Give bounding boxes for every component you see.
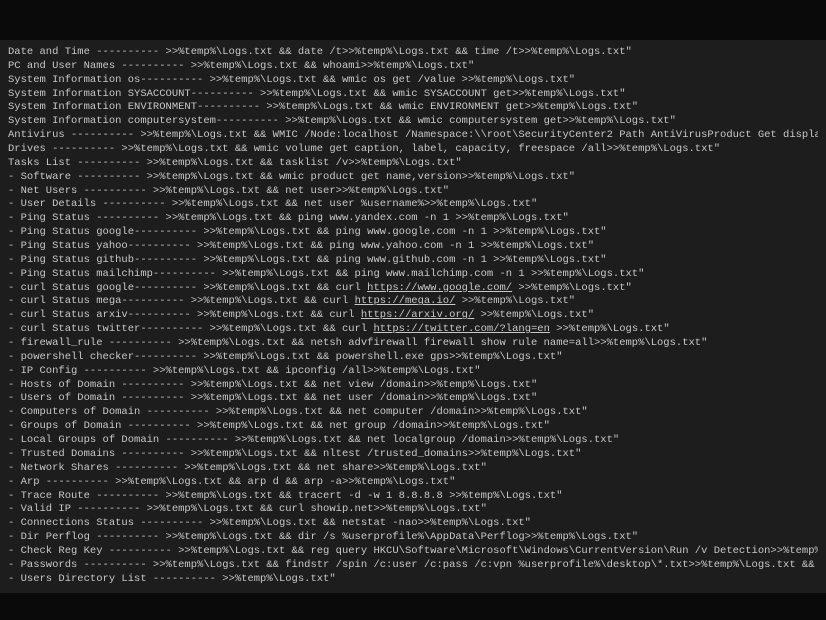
line-text: - powershell checker---------- >>%temp%\… bbox=[8, 351, 563, 363]
terminal-line: - curl Status twitter---------- >>%temp%… bbox=[8, 323, 818, 337]
terminal-line: - Hosts of Domain ---------- >>%temp%\Lo… bbox=[8, 379, 818, 393]
line-text: - curl Status arxiv---------- >>%temp%\L… bbox=[8, 309, 361, 321]
line-text: - Trusted Domains ---------- >>%temp%\Lo… bbox=[8, 448, 581, 460]
terminal-line: - Ping Status github---------- >>%temp%\… bbox=[8, 254, 818, 268]
line-text: - Passwords ---------- >>%temp%\Logs.txt… bbox=[8, 559, 818, 571]
line-text: - curl Status mega---------- >>%temp%\Lo… bbox=[8, 295, 355, 307]
line-text: - Ping Status google---------- >>%temp%\… bbox=[8, 226, 607, 238]
terminal-line: - Network Shares ---------- >>%temp%\Log… bbox=[8, 462, 818, 476]
terminal-line: System Information os---------- >>%temp%… bbox=[8, 74, 818, 88]
terminal-line: - User Details ---------- >>%temp%\Logs.… bbox=[8, 198, 818, 212]
line-text: - firewall_rule ---------- >>%temp%\Logs… bbox=[8, 337, 707, 349]
terminal-line: - Ping Status yahoo---------- >>%temp%\L… bbox=[8, 240, 818, 254]
terminal-line: - Local Groups of Domain ---------- >>%t… bbox=[8, 434, 818, 448]
line-text: System Information computersystem-------… bbox=[8, 115, 676, 127]
terminal-line: System Information ENVIRONMENT----------… bbox=[8, 101, 818, 115]
terminal-line: - firewall_rule ---------- >>%temp%\Logs… bbox=[8, 337, 818, 351]
terminal-line: Antivirus ---------- >>%temp%\Logs.txt &… bbox=[8, 129, 818, 143]
line-text: Drives ---------- >>%temp%\Logs.txt && w… bbox=[8, 143, 720, 155]
line-text: Date and Time ---------- >>%temp%\Logs.t… bbox=[8, 46, 632, 58]
terminal-line: - curl Status google---------- >>%temp%\… bbox=[8, 282, 818, 296]
line-text: System Information SYSACCOUNT---------- … bbox=[8, 88, 626, 100]
line-text: - curl Status twitter---------- >>%temp%… bbox=[8, 323, 373, 335]
terminal-line: - Trusted Domains ---------- >>%temp%\Lo… bbox=[8, 448, 818, 462]
terminal-line: - Groups of Domain ---------- >>%temp%\L… bbox=[8, 420, 818, 434]
line-text: - Ping Status github---------- >>%temp%\… bbox=[8, 254, 607, 266]
line-text: - Computers of Domain ---------- >>%temp… bbox=[8, 406, 588, 418]
terminal-line: - Arp ---------- >>%temp%\Logs.txt && ar… bbox=[8, 476, 818, 490]
url-link[interactable]: https://mega.io/ bbox=[355, 295, 456, 307]
line-text: - Ping Status yahoo---------- >>%temp%\L… bbox=[8, 240, 594, 252]
terminal-line: - Net Users ---------- >>%temp%\Logs.txt… bbox=[8, 185, 818, 199]
terminal-line: - Ping Status ---------- >>%temp%\Logs.t… bbox=[8, 212, 818, 226]
terminal-line: Date and Time ---------- >>%temp%\Logs.t… bbox=[8, 46, 818, 60]
terminal-line: - curl Status arxiv---------- >>%temp%\L… bbox=[8, 309, 818, 323]
terminal-output: Date and Time ---------- >>%temp%\Logs.t… bbox=[0, 40, 826, 593]
line-text: - Hosts of Domain ---------- >>%temp%\Lo… bbox=[8, 379, 537, 391]
terminal-line: Tasks List ---------- >>%temp%\Logs.txt … bbox=[8, 157, 818, 171]
line-text: - Check Reg Key ---------- >>%temp%\Logs… bbox=[8, 545, 818, 557]
terminal-line: - IP Config ---------- >>%temp%\Logs.txt… bbox=[8, 365, 818, 379]
terminal-line: - powershell checker---------- >>%temp%\… bbox=[8, 351, 818, 365]
terminal-line: - Trace Route ---------- >>%temp%\Logs.t… bbox=[8, 490, 818, 504]
line-text: Tasks List ---------- >>%temp%\Logs.txt … bbox=[8, 157, 462, 169]
line-text: >>%temp%\Logs.txt" bbox=[455, 295, 575, 307]
line-text: - IP Config ---------- >>%temp%\Logs.txt… bbox=[8, 365, 481, 377]
terminal-line: - Ping Status mailchimp---------- >>%tem… bbox=[8, 268, 818, 282]
line-text: - Local Groups of Domain ---------- >>%t… bbox=[8, 434, 619, 446]
terminal-line: - Valid IP ---------- >>%temp%\Logs.txt … bbox=[8, 503, 818, 517]
line-text: - Groups of Domain ---------- >>%temp%\L… bbox=[8, 420, 550, 432]
line-text: - curl Status google---------- >>%temp%\… bbox=[8, 282, 367, 294]
line-text: PC and User Names ---------- >>%temp%\Lo… bbox=[8, 60, 474, 72]
terminal-line: - Connections Status ---------- >>%temp%… bbox=[8, 517, 818, 531]
line-text: - Connections Status ---------- >>%temp%… bbox=[8, 517, 531, 529]
line-text: - Users of Domain ---------- >>%temp%\Lo… bbox=[8, 392, 537, 404]
line-text: Antivirus ---------- >>%temp%\Logs.txt &… bbox=[8, 129, 818, 141]
line-text: - Ping Status ---------- >>%temp%\Logs.t… bbox=[8, 212, 569, 224]
url-link[interactable]: https://www.google.com/ bbox=[367, 282, 512, 294]
terminal-line: - curl Status mega---------- >>%temp%\Lo… bbox=[8, 295, 818, 309]
terminal-line: System Information SYSACCOUNT---------- … bbox=[8, 88, 818, 102]
url-link[interactable]: https://arxiv.org/ bbox=[361, 309, 474, 321]
url-link[interactable]: https://twitter.com/?lang=en bbox=[373, 323, 549, 335]
terminal-line: - Ping Status google---------- >>%temp%\… bbox=[8, 226, 818, 240]
line-text: - Net Users ---------- >>%temp%\Logs.txt… bbox=[8, 185, 449, 197]
terminal-line: - Check Reg Key ---------- >>%temp%\Logs… bbox=[8, 545, 818, 559]
line-text: - Trace Route ---------- >>%temp%\Logs.t… bbox=[8, 490, 563, 502]
line-text: - Users Directory List ---------- >>%tem… bbox=[8, 573, 336, 585]
terminal-line: - Dir Perflog ---------- >>%temp%\Logs.t… bbox=[8, 531, 818, 545]
line-text: >>%temp%\Logs.txt" bbox=[550, 323, 670, 335]
terminal-line: - Passwords ---------- >>%temp%\Logs.txt… bbox=[8, 559, 818, 573]
line-text: - Arp ---------- >>%temp%\Logs.txt && ar… bbox=[8, 476, 455, 488]
line-text: - Ping Status mailchimp---------- >>%tem… bbox=[8, 268, 644, 280]
terminal-line: System Information computersystem-------… bbox=[8, 115, 818, 129]
line-text: >>%temp%\Logs.txt" bbox=[512, 282, 632, 294]
terminal-line: - Users Directory List ---------- >>%tem… bbox=[8, 573, 818, 587]
terminal-line: PC and User Names ---------- >>%temp%\Lo… bbox=[8, 60, 818, 74]
line-text: - Software ---------- >>%temp%\Logs.txt … bbox=[8, 171, 575, 183]
line-text: System Information os---------- >>%temp%… bbox=[8, 74, 575, 86]
line-text: - User Details ---------- >>%temp%\Logs.… bbox=[8, 198, 537, 210]
terminal-line: - Users of Domain ---------- >>%temp%\Lo… bbox=[8, 392, 818, 406]
terminal-line: - Software ---------- >>%temp%\Logs.txt … bbox=[8, 171, 818, 185]
line-text: - Dir Perflog ---------- >>%temp%\Logs.t… bbox=[8, 531, 638, 543]
terminal-line: Drives ---------- >>%temp%\Logs.txt && w… bbox=[8, 143, 818, 157]
line-text: - Valid IP ---------- >>%temp%\Logs.txt … bbox=[8, 503, 487, 515]
terminal-line: - Computers of Domain ---------- >>%temp… bbox=[8, 406, 818, 420]
line-text: System Information ENVIRONMENT----------… bbox=[8, 101, 638, 113]
line-text: - Network Shares ---------- >>%temp%\Log… bbox=[8, 462, 487, 474]
line-text: >>%temp%\Logs.txt" bbox=[474, 309, 594, 321]
